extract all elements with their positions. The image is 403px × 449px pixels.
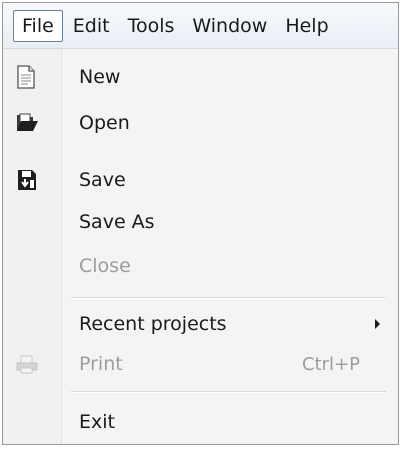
menu-edit[interactable]: Edit bbox=[65, 10, 118, 42]
menu-item-save-label: Save bbox=[79, 169, 126, 191]
menu-item-recent-projects[interactable]: Recent projects bbox=[3, 304, 398, 344]
menu-item-exit[interactable]: Exit bbox=[3, 402, 398, 442]
menu-item-new-label: New bbox=[79, 66, 121, 88]
menu-item-exit-label: Exit bbox=[79, 411, 115, 433]
menu-item-save-as[interactable]: Save As bbox=[3, 202, 398, 242]
menu-separator bbox=[71, 391, 386, 393]
menu-item-save[interactable]: Save bbox=[3, 160, 398, 200]
printer-icon bbox=[15, 352, 38, 376]
file-dropdown-menu: New Open Save Save As Close Recent proje… bbox=[3, 49, 398, 444]
menu-window[interactable]: Window bbox=[184, 10, 275, 42]
save-icon bbox=[15, 168, 37, 192]
new-document-icon bbox=[15, 65, 37, 89]
menu-separator bbox=[71, 297, 386, 299]
menu-tools[interactable]: Tools bbox=[120, 10, 183, 42]
menu-item-save-as-label: Save As bbox=[79, 211, 155, 233]
menu-item-close-label: Close bbox=[79, 255, 131, 277]
application-window: File Edit Tools Window Help New Open Sav… bbox=[2, 2, 399, 445]
menu-item-open-label: Open bbox=[79, 112, 130, 134]
menu-item-new[interactable]: New bbox=[3, 57, 398, 97]
open-folder-icon bbox=[15, 111, 38, 135]
menu-item-print[interactable]: Print Ctrl+P bbox=[3, 344, 398, 384]
menu-help[interactable]: Help bbox=[277, 10, 336, 42]
menu-bar: File Edit Tools Window Help bbox=[3, 3, 398, 49]
submenu-arrow-icon bbox=[375, 319, 380, 329]
menu-item-open[interactable]: Open bbox=[3, 103, 398, 143]
menu-file[interactable]: File bbox=[13, 9, 63, 42]
menu-item-print-shortcut: Ctrl+P bbox=[302, 353, 360, 375]
menu-item-recent-projects-label: Recent projects bbox=[79, 313, 227, 335]
menu-item-print-label: Print bbox=[79, 353, 123, 375]
menu-item-close[interactable]: Close bbox=[3, 246, 398, 286]
